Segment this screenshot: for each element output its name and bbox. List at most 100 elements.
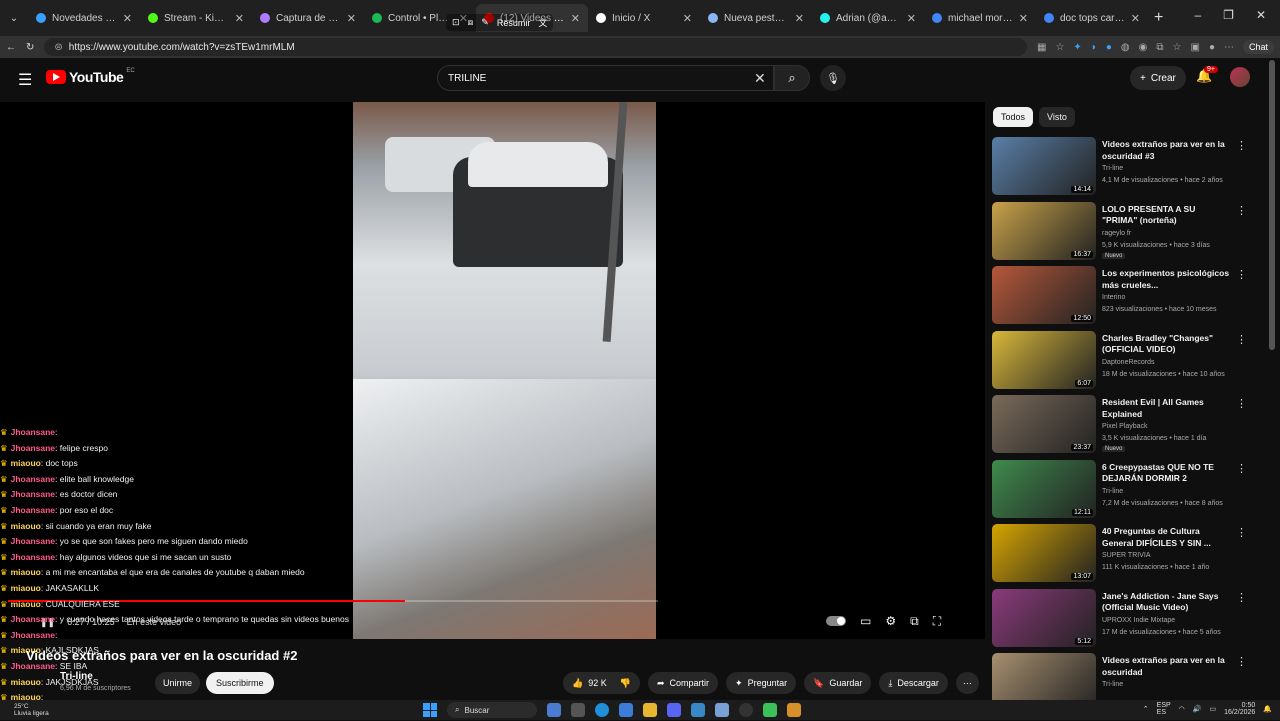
close-tab-icon[interactable]: ✕ xyxy=(123,12,132,25)
pip-icon[interactable]: ⧈ xyxy=(468,17,474,28)
recommended-channel[interactable]: Tri-line xyxy=(1102,681,1123,688)
close-tab-icon[interactable]: ✕ xyxy=(571,12,580,25)
recommended-channel[interactable]: rageylo fr xyxy=(1102,230,1131,237)
hamburger-menu-icon[interactable]: ☰ xyxy=(18,70,32,90)
recommended-channel[interactable]: Tri-line xyxy=(1102,488,1123,495)
chat-username[interactable]: miaouo xyxy=(11,599,41,609)
recommended-channel[interactable]: Tri-line xyxy=(1102,165,1123,172)
recommended-video[interactable]: 13:07 40 Preguntas de Cultura General DIF… xyxy=(992,524,1250,589)
close-tab-icon[interactable]: ✕ xyxy=(683,12,692,25)
browser-tab[interactable]: Captura de pantalla ✕ xyxy=(252,4,364,32)
recommended-title[interactable]: Resident Evil | All Games Explained xyxy=(1102,397,1230,420)
recommended-channel[interactable]: Pixel Playback xyxy=(1102,423,1148,430)
close-window-icon[interactable]: ✕ xyxy=(1256,8,1266,22)
more-actions-button[interactable]: ⋯ xyxy=(955,672,979,694)
close-tab-icon[interactable]: ✕ xyxy=(235,12,244,25)
join-button[interactable]: Unirme xyxy=(155,672,201,694)
minimize-icon[interactable]: – xyxy=(1194,8,1201,22)
app-icon[interactable] xyxy=(691,703,705,717)
obs-icon[interactable] xyxy=(739,703,753,717)
channel-info[interactable]: Tri-line 6,96 M de suscriptores xyxy=(60,671,131,692)
video-frame[interactable] xyxy=(353,102,656,639)
download-button[interactable]: ⤓ Descargar xyxy=(879,672,948,694)
favorites-icon[interactable]: ☆ xyxy=(1173,42,1182,53)
more-options-icon[interactable]: ⋮ xyxy=(1236,333,1247,346)
site-info-icon[interactable]: ⊜ xyxy=(54,42,62,53)
discord-icon[interactable] xyxy=(667,703,681,717)
close-tab-icon[interactable]: ✕ xyxy=(795,12,804,25)
back-icon[interactable]: ← xyxy=(6,42,16,53)
app-icon[interactable] xyxy=(787,703,801,717)
account-avatar[interactable] xyxy=(1230,67,1250,87)
recommended-video[interactable]: 12:11 6 Creepypastas QUE NO TE DEJARÁN DO… xyxy=(992,459,1250,525)
extension-icon[interactable]: ● xyxy=(1106,42,1112,53)
more-options-icon[interactable]: ⋮ xyxy=(1236,462,1247,475)
browser-tab[interactable]: Adrian (@adrianntdg) ✕ xyxy=(812,4,924,32)
more-options-icon[interactable]: ⋮ xyxy=(1236,268,1247,281)
app-icon[interactable] xyxy=(763,703,777,717)
browser-tab[interactable]: Inicio / X ✕ xyxy=(588,4,700,32)
create-button[interactable]: + Crear xyxy=(1130,66,1186,90)
app-icon[interactable] xyxy=(715,703,729,717)
voice-search-button[interactable]: 🎙 xyxy=(820,65,846,91)
youtube-logo[interactable]: YouTube EC xyxy=(46,68,135,85)
more-options-icon[interactable]: ⋮ xyxy=(1236,526,1247,539)
url-field[interactable]: ⊜ https://www.youtube.com/watch?v=zsTEw1… xyxy=(44,38,1027,56)
subscribe-button[interactable]: Suscribirme xyxy=(206,672,274,694)
maximize-icon[interactable]: ❐ xyxy=(1223,8,1234,22)
favorite-star-icon[interactable]: ☆ xyxy=(1055,42,1064,53)
subtitles-icon[interactable]: ▭ xyxy=(860,614,871,629)
extension-icon[interactable]: ◍ xyxy=(1121,42,1130,53)
search-input[interactable]: TRILINE xyxy=(437,65,774,91)
task-view-icon[interactable] xyxy=(571,703,585,717)
translate-icon[interactable]: 文 xyxy=(538,16,547,29)
battery-icon[interactable]: ▭ xyxy=(1210,706,1217,713)
puzzle-icon[interactable]: ⧉ xyxy=(1156,42,1163,53)
video-thumbnail[interactable]: 14:14 xyxy=(992,137,1096,195)
filter-chip-all[interactable]: Todos xyxy=(993,107,1034,127)
collections-icon[interactable]: ▣ xyxy=(1190,42,1199,53)
chat-username[interactable]: Jhoansane xyxy=(11,614,55,624)
chat-username[interactable]: Jhoansane xyxy=(11,552,55,562)
recommended-video[interactable]: 14:14 Videos extraños para ver en la oscu… xyxy=(992,137,1250,202)
reload-icon[interactable]: ↻ xyxy=(26,42,34,53)
windows-start-icon[interactable] xyxy=(423,703,437,717)
apps-icon[interactable]: ▦ xyxy=(1037,42,1046,53)
autoplay-toggle[interactable] xyxy=(826,616,846,626)
recommended-title[interactable]: Los experimentos psicológicos más cruele… xyxy=(1102,268,1230,291)
recommended-title[interactable]: 40 Preguntas de Cultura General DIFÍCILE… xyxy=(1102,526,1230,549)
clear-search-icon[interactable]: ✕ xyxy=(754,70,766,87)
edge-icon[interactable] xyxy=(595,703,609,717)
recommended-channel[interactable]: DaptoneRecords xyxy=(1102,359,1155,366)
recommended-title[interactable]: Charles Bradley "Changes" (OFFICIAL VIDE… xyxy=(1102,333,1230,356)
close-tab-icon[interactable]: ✕ xyxy=(347,12,356,25)
chat-username[interactable]: Jhoansane xyxy=(11,505,55,515)
chat-username[interactable]: Jhoansane xyxy=(11,474,55,484)
video-thumbnail[interactable]: 12:11 xyxy=(992,459,1096,518)
chat-username[interactable]: Jhoansane xyxy=(11,427,55,437)
more-options-icon[interactable]: ⋮ xyxy=(1236,139,1247,152)
chat-username[interactable]: Jhoansane xyxy=(11,630,55,640)
recommended-video[interactable]: 12:50 Los experimentos psicológicos más c… xyxy=(992,266,1250,331)
screenshot-icon[interactable]: ⊡ xyxy=(452,17,460,28)
recommended-channel[interactable]: UPROXX Indie Mixtape xyxy=(1102,617,1175,624)
recommended-video[interactable]: 5:12 Jane's Addiction - Jane Says (Offici… xyxy=(992,588,1250,654)
chat-username[interactable]: miaouo xyxy=(11,677,41,687)
file-explorer-icon[interactable] xyxy=(643,703,657,717)
profile-icon[interactable]: ● xyxy=(1209,42,1215,53)
video-thumbnail[interactable]: 12:50 xyxy=(992,266,1096,324)
recommended-title[interactable]: Videos extraños para ver en la oscuridad xyxy=(1102,655,1230,678)
recommended-title[interactable]: Jane's Addiction - Jane Says (Official M… xyxy=(1102,591,1230,614)
share-button[interactable]: ➦ Compartir xyxy=(647,672,719,694)
more-options-icon[interactable]: ⋮ xyxy=(1236,655,1247,668)
recommended-video[interactable]: 6:07 Charles Bradley "Changes" (OFFICIAL … xyxy=(992,330,1250,396)
more-options-icon[interactable]: ⋮ xyxy=(1236,397,1247,410)
filter-chip-watched[interactable]: Visto xyxy=(1039,107,1075,127)
chat-username[interactable]: miaouo xyxy=(11,567,41,577)
ask-button[interactable]: ✦ Preguntar xyxy=(726,672,797,694)
recommended-channel[interactable]: SUPER TRIVIA xyxy=(1102,552,1151,559)
store-icon[interactable] xyxy=(619,703,633,717)
thumbs-down-icon[interactable]: 👎 xyxy=(620,678,631,689)
miniplayer-icon[interactable]: ⧉ xyxy=(910,614,919,629)
close-tab-icon[interactable]: ✕ xyxy=(907,12,916,25)
